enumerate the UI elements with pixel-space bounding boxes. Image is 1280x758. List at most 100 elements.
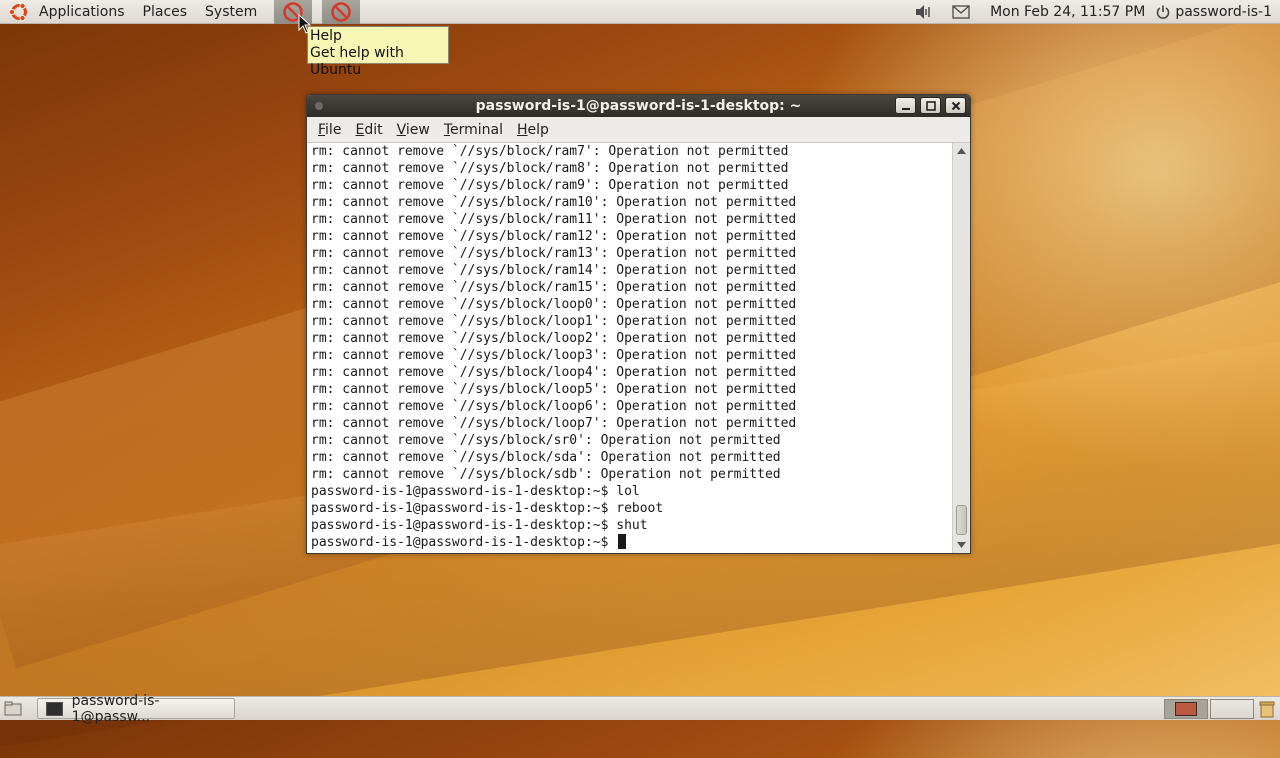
terminal-line: rm: cannot remove `//sys/block/loop0': O… (311, 296, 952, 313)
scroll-down-icon[interactable] (953, 537, 970, 553)
terminal-line-text: password-is-1@password-is-1-desktop:~$ l… (311, 484, 640, 499)
no-entry-icon (331, 1, 352, 22)
tooltip-text: Get help with Ubuntu (310, 45, 404, 78)
terminal-line: password-is-1@password-is-1-desktop:~$ (311, 534, 952, 551)
user-menu[interactable]: password-is-1 (1155, 4, 1280, 20)
minimize-button[interactable] (895, 97, 916, 114)
show-desktop-icon (4, 701, 22, 715)
menu-edit[interactable]: Edit (348, 122, 389, 138)
terminal-line-text: rm: cannot remove `//sys/block/loop2': O… (311, 331, 797, 346)
scroll-up-icon[interactable] (953, 143, 970, 159)
minimize-icon (901, 107, 910, 110)
show-desktop-button[interactable] (3, 699, 23, 719)
terminal-line: rm: cannot remove `//sys/block/ram9': Op… (311, 177, 952, 194)
second-launcher[interactable] (322, 0, 361, 24)
power-icon (1157, 5, 1170, 19)
close-button[interactable] (945, 97, 966, 114)
workspace-switcher (1164, 698, 1280, 720)
menu-applications[interactable]: Applications (30, 0, 134, 24)
terminal-line: rm: cannot remove `//sys/block/sda': Ope… (311, 449, 952, 466)
window-titlebar[interactable]: password-is-1@password-is-1-desktop: ~ (307, 95, 970, 117)
terminal-line-text: rm: cannot remove `//sys/block/loop5': O… (311, 382, 797, 397)
terminal-output[interactable]: rm: cannot remove `//sys/block/ram7': Op… (307, 143, 952, 553)
terminal-line-text: password-is-1@password-is-1-desktop:~$ s… (311, 518, 648, 533)
terminal-line-text: rm: cannot remove `//sys/block/ram9': Op… (311, 178, 789, 193)
terminal-line-text: rm: cannot remove `//sys/block/loop7': O… (311, 416, 797, 431)
menu-view[interactable]: View (390, 122, 437, 138)
terminal-line-text: rm: cannot remove `//sys/block/ram13': O… (311, 246, 797, 261)
terminal-line-text: rm: cannot remove `//sys/block/sdb': Ope… (311, 467, 781, 482)
terminal-line: rm: cannot remove `//sys/block/sr0': Ope… (311, 432, 952, 449)
terminal-menubar: File Edit View Terminal Help (307, 117, 970, 143)
terminal-line: rm: cannot remove `//sys/block/ram14': O… (311, 262, 952, 279)
terminal-line-text: rm: cannot remove `//sys/block/ram7': Op… (311, 144, 789, 159)
menu-system[interactable]: System (196, 0, 266, 24)
window-title: password-is-1@password-is-1-desktop: ~ (475, 98, 802, 114)
terminal-line-text: rm: cannot remove `//sys/block/loop4': O… (311, 365, 797, 380)
terminal-line: rm: cannot remove `//sys/block/ram13': O… (311, 245, 952, 262)
mouse-cursor-icon (298, 14, 312, 34)
terminal-line-text: rm: cannot remove `//sys/block/ram14': O… (311, 263, 797, 278)
terminal-line-text: rm: cannot remove `//sys/block/loop0': O… (311, 297, 797, 312)
bottom-panel: password-is-1@passw... (0, 693, 1280, 725)
terminal-line: rm: cannot remove `//sys/block/ram11': O… (311, 211, 952, 228)
window-menu-icon[interactable] (315, 102, 323, 110)
terminal-line-text: rm: cannot remove `//sys/block/ram15': O… (311, 280, 797, 295)
terminal-line: rm: cannot remove `//sys/block/loop7': O… (311, 415, 952, 432)
ubuntu-logo-icon[interactable] (8, 1, 30, 23)
terminal-icon (46, 701, 63, 716)
help-tooltip: Help Get help with Ubuntu (307, 26, 449, 78)
terminal-line-text: rm: cannot remove `//sys/block/loop6': O… (311, 399, 797, 414)
maximize-icon (925, 100, 936, 111)
scrollbar-thumb[interactable] (956, 505, 967, 535)
tooltip-title: Help (310, 28, 342, 44)
terminal-window: password-is-1@password-is-1-desktop: ~ F… (306, 94, 971, 554)
terminal-line: rm: cannot remove `//sys/block/loop2': O… (311, 330, 952, 347)
mail-icon[interactable] (952, 4, 970, 19)
terminal-line: rm: cannot remove `//sys/block/ram7': Op… (311, 143, 952, 160)
clock[interactable]: Mon Feb 24, 11:57 PM (990, 4, 1145, 20)
user-name: password-is-1 (1175, 3, 1272, 20)
volume-icon[interactable] (914, 4, 932, 20)
terminal-line-text: rm: cannot remove `//sys/block/ram10': O… (311, 195, 797, 210)
terminal-line: password-is-1@password-is-1-desktop:~$ r… (311, 500, 952, 517)
terminal-line-text: rm: cannot remove `//sys/block/ram8': Op… (311, 161, 789, 176)
workspace-window-thumbnail (1175, 701, 1197, 716)
terminal-line-text: password-is-1@password-is-1-desktop:~$ r… (311, 501, 664, 516)
menu-help[interactable]: Help (510, 122, 556, 138)
terminal-line-text: rm: cannot remove `//sys/block/sda': Ope… (311, 450, 781, 465)
terminal-line: password-is-1@password-is-1-desktop:~$ s… (311, 517, 952, 534)
terminal-line: rm: cannot remove `//sys/block/loop3': O… (311, 347, 952, 364)
terminal-line: password-is-1@password-is-1-desktop:~$ l… (311, 483, 952, 500)
menu-file[interactable]: File (311, 122, 348, 138)
terminal-line-text: rm: cannot remove `//sys/block/ram11': O… (311, 212, 797, 227)
terminal-line-text: rm: cannot remove `//sys/block/loop1': O… (311, 314, 797, 329)
terminal-line-text: rm: cannot remove `//sys/block/ram12': O… (311, 229, 797, 244)
terminal-line-text: rm: cannot remove `//sys/block/loop3': O… (311, 348, 797, 363)
terminal-line: rm: cannot remove `//sys/block/sdb': Ope… (311, 466, 952, 483)
system-tray: Mon Feb 24, 11:57 PM password-is-1 (904, 0, 1280, 24)
menu-terminal[interactable]: Terminal (437, 122, 510, 138)
terminal-line-text: password-is-1@password-is-1-desktop:~$ (311, 535, 617, 550)
terminal-line: rm: cannot remove `//sys/block/ram8': Op… (311, 160, 952, 177)
terminal-line: rm: cannot remove `//sys/block/loop6': O… (311, 398, 952, 415)
window-controls (891, 97, 966, 114)
terminal-text: rm: cannot remove `//sys/block/ram7': Op… (307, 143, 952, 551)
workspace-1[interactable] (1164, 698, 1208, 719)
maximize-button[interactable] (920, 97, 941, 114)
workspace-2[interactable] (1210, 698, 1254, 719)
terminal-line-text: rm: cannot remove `//sys/block/sr0': Ope… (311, 433, 781, 448)
terminal-cursor (618, 534, 627, 549)
close-icon (951, 101, 960, 110)
terminal-line: rm: cannot remove `//sys/block/ram12': O… (311, 228, 952, 245)
terminal-line: rm: cannot remove `//sys/block/loop5': O… (311, 381, 952, 398)
terminal-line: rm: cannot remove `//sys/block/loop1': O… (311, 313, 952, 330)
menu-places[interactable]: Places (134, 0, 197, 24)
terminal-scrollbar[interactable] (952, 143, 970, 553)
taskbar-terminal-button[interactable]: password-is-1@passw... (37, 693, 235, 725)
terminal-line: rm: cannot remove `//sys/block/ram10': O… (311, 194, 952, 211)
top-panel: Applications Places System Mon Feb 24, 1… (0, 0, 1280, 24)
terminal-line: rm: cannot remove `//sys/block/ram15': O… (311, 279, 952, 296)
trash-icon[interactable] (1256, 698, 1278, 720)
terminal-line: rm: cannot remove `//sys/block/loop4': O… (311, 364, 952, 381)
